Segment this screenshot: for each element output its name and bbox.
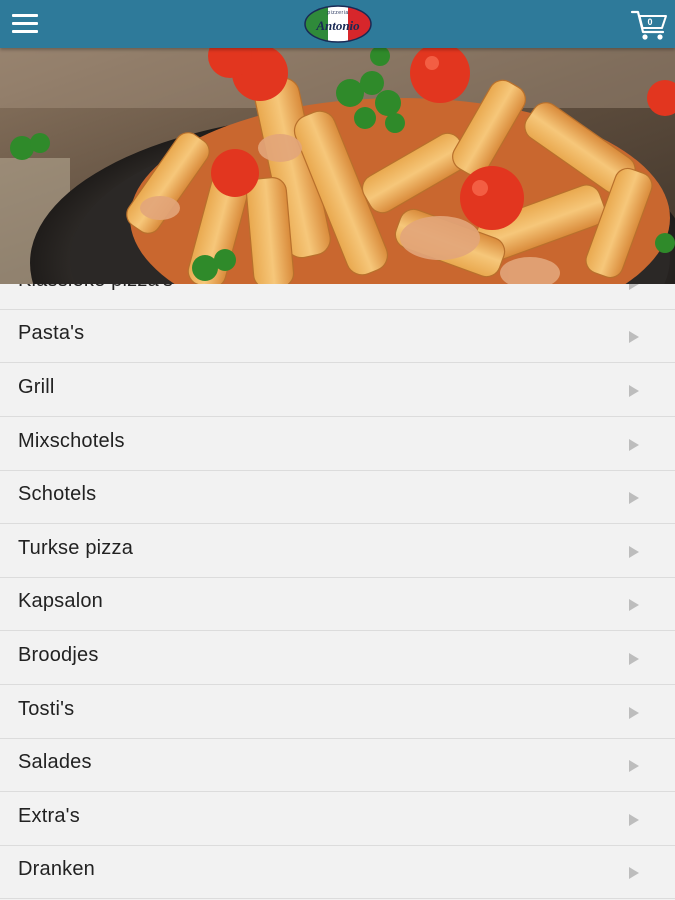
category-row-broodjes[interactable]: Broodjes xyxy=(0,632,675,685)
hamburger-menu-icon[interactable] xyxy=(6,6,44,42)
chevron-right-icon xyxy=(629,492,639,504)
category-label: Klassieke pizza's xyxy=(18,284,173,292)
category-row-salades[interactable]: Salades xyxy=(0,739,675,792)
chevron-right-icon xyxy=(629,546,639,558)
logo-subtext: pizzeria xyxy=(327,10,349,16)
category-label: Tosti's xyxy=(18,698,75,720)
chevron-right-icon xyxy=(629,707,639,719)
category-label: Pasta's xyxy=(18,322,85,344)
category-row-dranken[interactable]: Dranken xyxy=(0,846,675,899)
chevron-right-icon xyxy=(629,439,639,451)
category-list: Klassieke pizza's Pasta's Grill Mixschot… xyxy=(0,284,675,900)
category-label: Broodjes xyxy=(18,644,99,666)
app-logo[interactable]: pizzeria Antonio xyxy=(304,5,372,43)
logo-text: Antonio xyxy=(316,18,360,33)
category-label: Kapsalon xyxy=(18,590,103,612)
top-bar: pizzeria Antonio 0 xyxy=(0,0,675,48)
category-row-mixschotels[interactable]: Mixschotels xyxy=(0,418,675,471)
chevron-right-icon xyxy=(629,653,639,665)
hero-banner xyxy=(0,48,675,284)
pasta-dish-photo xyxy=(0,48,675,284)
category-row-tostis[interactable]: Tosti's xyxy=(0,686,675,739)
chevron-right-icon xyxy=(629,331,639,343)
category-row-extras[interactable]: Extra's xyxy=(0,793,675,846)
category-label: Grill xyxy=(18,376,55,398)
category-row-grill[interactable]: Grill xyxy=(0,364,675,417)
category-label: Dranken xyxy=(18,858,95,880)
shopping-cart-icon[interactable]: 0 xyxy=(630,6,670,42)
category-row-kapsalon[interactable]: Kapsalon xyxy=(0,578,675,631)
chevron-right-icon xyxy=(629,867,639,879)
category-label: Mixschotels xyxy=(18,430,125,452)
category-label: Salades xyxy=(18,751,92,773)
chevron-right-icon xyxy=(629,385,639,397)
category-label: Extra's xyxy=(18,805,80,827)
category-row-turkse-pizza[interactable]: Turkse pizza xyxy=(0,525,675,578)
chevron-right-icon xyxy=(629,760,639,772)
cart-count-badge: 0 xyxy=(647,17,653,27)
category-row-klassieke-pizzas[interactable]: Klassieke pizza's xyxy=(0,284,675,310)
category-row-schotels[interactable]: Schotels xyxy=(0,471,675,524)
chevron-right-icon xyxy=(629,284,639,290)
category-label: Schotels xyxy=(18,483,97,505)
category-label: Turkse pizza xyxy=(18,537,134,559)
chevron-right-icon xyxy=(629,599,639,611)
chevron-right-icon xyxy=(629,814,639,826)
category-row-pastas[interactable]: Pasta's xyxy=(0,310,675,363)
